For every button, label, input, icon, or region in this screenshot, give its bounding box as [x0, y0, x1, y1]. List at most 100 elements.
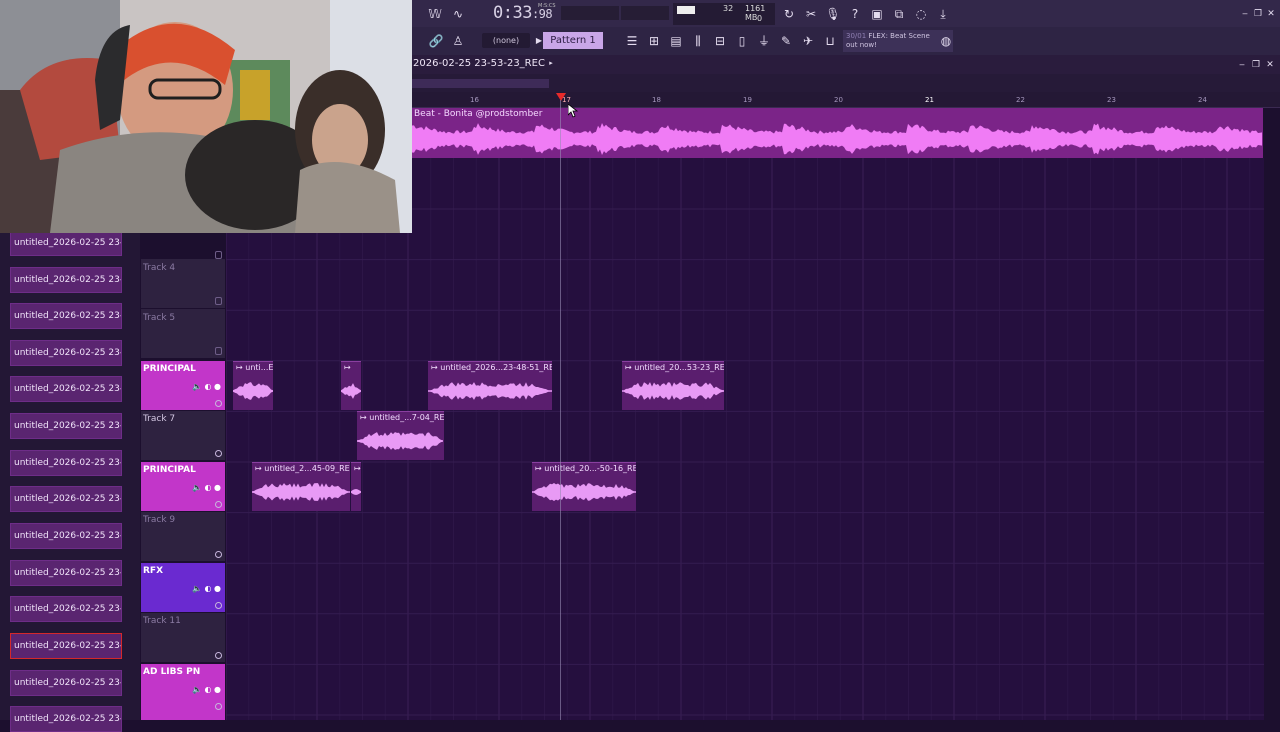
- window-close-icon[interactable]: ✕: [1263, 6, 1279, 22]
- track-header-7[interactable]: Track 7: [141, 411, 225, 460]
- link-icon[interactable]: 🔗: [428, 33, 444, 49]
- track-name: Track 11: [143, 616, 181, 626]
- clip-label: ↦ untitled_2026...23-48-51_REC: [431, 363, 552, 372]
- scroll-thumb[interactable]: [412, 79, 549, 88]
- audio-clip[interactable]: ↦: [341, 361, 361, 410]
- countdown-icon[interactable]: ∿: [450, 6, 466, 22]
- picker-item[interactable]: untitled_2026-02-25 23-...: [10, 303, 122, 329]
- cut-icon[interactable]: ✂: [803, 6, 819, 22]
- news-panel[interactable]: 30/01 FLEX: Beat Scene out now!: [843, 30, 953, 52]
- stamp-icon[interactable]: ♙: [450, 33, 466, 49]
- playhead-marker[interactable]: [556, 93, 566, 101]
- undo-history-icon[interactable]: ↻: [781, 6, 797, 22]
- lock-icon[interactable]: [215, 347, 222, 355]
- piano-roll-icon[interactable]: ▤: [668, 33, 684, 49]
- track-controls[interactable]: 🔈 ◐ ●: [192, 685, 221, 694]
- clip-waveform: [351, 489, 361, 495]
- picker-item[interactable]: untitled_2026-02-25 23-...: [10, 706, 122, 732]
- record-toggle-icon[interactable]: [215, 501, 222, 508]
- save-icon[interactable]: ▣: [869, 6, 885, 22]
- track-header-9[interactable]: Track 9: [141, 512, 225, 561]
- cart-icon[interactable]: ⊔: [822, 33, 838, 49]
- time-main: 0:33: [493, 3, 532, 23]
- picker-item[interactable]: untitled_2026-02-25 23-...: [10, 670, 122, 696]
- track-name: Track 9: [143, 515, 176, 525]
- track-header-8[interactable]: PRINCIPAL 🔈 ◐ ●: [141, 462, 225, 511]
- track-controls[interactable]: 🔈 ◐ ●: [192, 584, 221, 593]
- picker-item[interactable]: untitled_2026-02-25 23-...: [10, 267, 122, 293]
- audio-clip[interactable]: ↦ unti...EC: [233, 361, 273, 410]
- chat-icon[interactable]: ◌: [913, 6, 929, 22]
- title-arrow-icon[interactable]: ▸: [546, 58, 556, 68]
- brush-icon[interactable]: ✎: [778, 33, 794, 49]
- track-controls[interactable]: 🔈 ◐ ●: [192, 483, 221, 492]
- audio-clip[interactable]: ↦ untitled_2...45-09_REC: [252, 462, 350, 511]
- clip-label: ↦ untitled_...7-04_REC: [360, 413, 444, 422]
- plugin-icon[interactable]: ⧉: [891, 6, 907, 22]
- track-header-6[interactable]: PRINCIPAL 🔈 ◐ ●: [141, 361, 225, 410]
- webcam-image: [0, 0, 412, 233]
- picker-item[interactable]: untitled_2026-02-25 23-...: [10, 230, 122, 256]
- clip-waveform: [428, 382, 552, 400]
- audio-clip[interactable]: ↦ untitled_20...-50-16_REC: [532, 462, 636, 511]
- lock-icon[interactable]: [215, 297, 222, 305]
- picker-item-selected[interactable]: untitled_2026-02-25 23-...: [10, 633, 122, 659]
- picker-item[interactable]: untitled_2026-02-25 23-...: [10, 486, 122, 512]
- mixer-icon[interactable]: ⫼: [690, 33, 706, 49]
- track-controls[interactable]: 🔈 ◐ ●: [192, 382, 221, 391]
- track-name: AD LIBS PN: [143, 667, 201, 677]
- ruler-bar-22: 22: [1016, 96, 1025, 104]
- record-toggle-icon[interactable]: [215, 450, 222, 457]
- track-header-4[interactable]: Track 4: [141, 251, 225, 308]
- track-header-10[interactable]: RFX 🔈 ◐ ●: [141, 563, 225, 612]
- cpu-memory-meter: 32 1161 MB 0: [673, 3, 775, 25]
- pattern-selector[interactable]: Pattern 1: [543, 32, 603, 49]
- clip-waveform: [357, 432, 443, 450]
- channel-rack-icon[interactable]: ⊞: [646, 33, 662, 49]
- tempo-slider[interactable]: [561, 6, 619, 20]
- clip-waveform: [233, 382, 273, 400]
- browser-icon[interactable]: ⊟: [712, 33, 728, 49]
- picker-item[interactable]: untitled_2026-02-25 23-...: [10, 376, 122, 402]
- clip-label: ↦: [354, 464, 361, 473]
- record-toggle-icon[interactable]: [215, 652, 222, 659]
- globe-icon[interactable]: ◍: [938, 33, 954, 49]
- download-icon[interactable]: ⤓: [935, 6, 951, 22]
- pattern-none-selector[interactable]: (none): [482, 33, 530, 48]
- wing-icon[interactable]: ✈: [800, 33, 816, 49]
- audio-clip[interactable]: ↦ untitled_...7-04_REC: [357, 411, 444, 460]
- lock-icon[interactable]: [215, 251, 222, 259]
- record-toggle-icon[interactable]: [215, 400, 222, 407]
- microphone-icon[interactable]: 🎙: [825, 6, 841, 22]
- picker-item[interactable]: untitled_2026-02-25 23-...: [10, 413, 122, 439]
- clip-waveform: [252, 483, 350, 501]
- typing-keyboard-icon[interactable]: 𝕎: [427, 6, 443, 22]
- audio-clip[interactable]: ↦: [351, 462, 361, 511]
- plug-icon[interactable]: ⏚: [756, 33, 772, 49]
- track-name: RFX: [143, 566, 164, 576]
- timeline-ruler[interactable]: [412, 92, 1280, 108]
- track-header-11[interactable]: Track 11: [141, 613, 225, 662]
- playlist-icon[interactable]: ☰: [624, 33, 640, 49]
- picker-item[interactable]: untitled_2026-02-25 23-...: [10, 450, 122, 476]
- picker-item[interactable]: untitled_2026-02-25 23-...: [10, 340, 122, 366]
- playlist-overview-scrollbar[interactable]: [412, 74, 1280, 92]
- record-toggle-icon[interactable]: [215, 602, 222, 609]
- picker-item[interactable]: untitled_2026-02-25 23-...: [10, 560, 122, 586]
- master-pitch[interactable]: [621, 6, 669, 20]
- audio-clip[interactable]: ↦ untitled_2026...23-48-51_REC: [428, 361, 552, 410]
- record-toggle-icon[interactable]: [215, 551, 222, 558]
- picker-item[interactable]: untitled_2026-02-25 23-...: [10, 596, 122, 622]
- polyphony-value: 0: [757, 14, 763, 23]
- track-name: Track 4: [143, 263, 176, 273]
- track-header-12[interactable]: AD LIBS PN 🔈 ◐ ●: [141, 664, 225, 720]
- help-icon[interactable]: ?: [847, 6, 863, 22]
- playlist-close-icon[interactable]: ✕: [1262, 57, 1278, 73]
- track-header-5[interactable]: Track 5: [141, 309, 225, 358]
- audio-clip[interactable]: ↦ untitled_20...53-23_REC: [622, 361, 724, 410]
- picker-item[interactable]: untitled_2026-02-25 23-...: [10, 523, 122, 549]
- ruler-bar-23: 23: [1107, 96, 1116, 104]
- record-toggle-icon[interactable]: [215, 703, 222, 710]
- file-icon[interactable]: ▯: [734, 33, 750, 49]
- time-unit-label: M:S:CS: [538, 3, 556, 9]
